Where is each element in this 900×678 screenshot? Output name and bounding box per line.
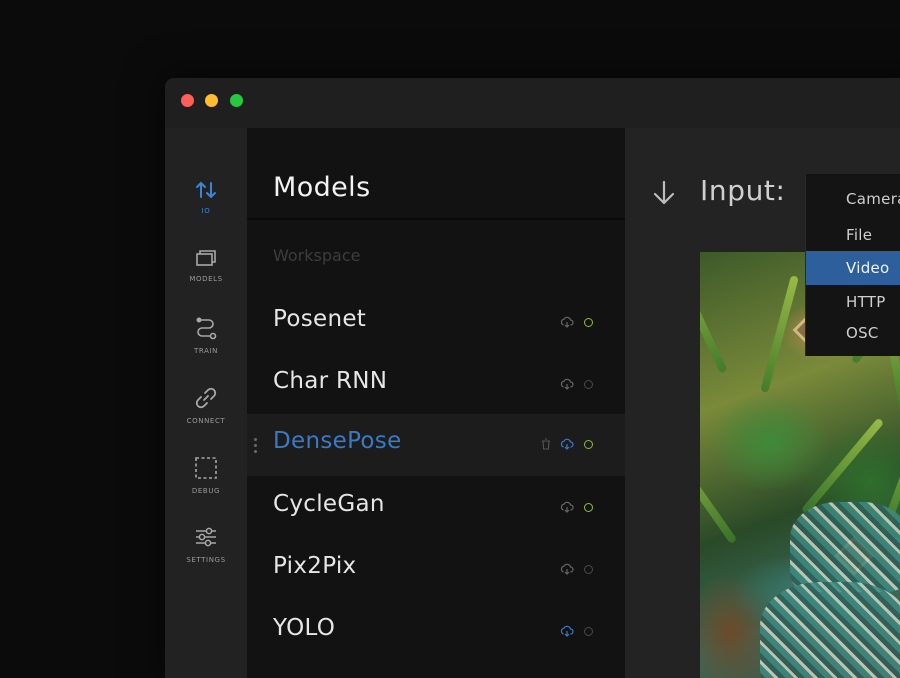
model-item-densepose[interactable]: DensePose bbox=[247, 414, 625, 476]
trash-icon[interactable] bbox=[541, 438, 551, 450]
sidebar-item-label: DEBUG bbox=[191, 487, 221, 495]
model-item-char-rnn[interactable]: Char RNN bbox=[247, 354, 625, 416]
cloud-download-icon[interactable] bbox=[560, 438, 574, 450]
sidebar-item-models[interactable]: MODELS bbox=[165, 248, 247, 283]
app-window: IO MODELS TRAIN CONNECT DEBUG SETTINGS M… bbox=[165, 78, 900, 678]
model-name: DensePose bbox=[273, 428, 402, 454]
model-item-yolo[interactable]: YOLO bbox=[247, 601, 625, 663]
option-label: Camera bbox=[846, 190, 900, 208]
sidebar-item-io[interactable]: IO bbox=[165, 180, 247, 215]
status-indicator bbox=[584, 318, 593, 327]
workspace-section-label: Workspace bbox=[273, 246, 361, 265]
sidebar-item-label: SETTINGS bbox=[186, 556, 226, 564]
sidebar-item-label: TRAIN bbox=[194, 347, 218, 355]
input-source-dropdown[interactable]: Camera File Video HTTP OSC bbox=[805, 174, 900, 356]
status-indicator bbox=[584, 440, 593, 449]
status-indicator bbox=[584, 380, 593, 389]
dropdown-option-video[interactable]: Video bbox=[806, 251, 900, 285]
sidebar-item-train[interactable]: TRAIN bbox=[165, 316, 247, 355]
sliders-icon bbox=[196, 527, 216, 547]
model-name: YOLO bbox=[273, 615, 336, 641]
cloud-download-icon[interactable] bbox=[560, 625, 574, 637]
model-name: Pix2Pix bbox=[273, 553, 357, 579]
dropdown-option-http[interactable]: HTTP bbox=[806, 285, 900, 319]
cloud-download-icon[interactable] bbox=[560, 378, 574, 390]
arrow-down-icon bbox=[653, 180, 675, 205]
model-name: Posenet bbox=[273, 306, 367, 332]
sidebar-item-debug[interactable]: DEBUG bbox=[165, 456, 247, 495]
status-indicator bbox=[584, 627, 593, 636]
sidebar-item-connect[interactable]: CONNECT bbox=[165, 386, 247, 425]
sidebar-item-label: CONNECT bbox=[186, 417, 226, 425]
link-icon bbox=[195, 387, 217, 409]
drag-handle-icon[interactable] bbox=[254, 438, 258, 456]
model-item-posenet[interactable]: Posenet bbox=[247, 292, 625, 354]
model-name: CycleGan bbox=[273, 491, 385, 517]
stacked-windows-icon bbox=[196, 250, 216, 266]
sidebar-item-label: IO bbox=[201, 207, 211, 215]
status-indicator bbox=[584, 503, 593, 512]
option-label: HTTP bbox=[846, 293, 886, 311]
route-icon bbox=[196, 317, 217, 340]
divider bbox=[247, 218, 625, 220]
option-label: OSC bbox=[846, 324, 879, 342]
sidebar-item-settings[interactable]: SETTINGS bbox=[165, 525, 247, 564]
model-item-pix2pix[interactable]: Pix2Pix bbox=[247, 539, 625, 601]
dropdown-option-camera[interactable]: Camera bbox=[806, 182, 900, 216]
close-window-button[interactable] bbox=[181, 94, 194, 107]
cloud-download-icon[interactable] bbox=[560, 563, 574, 575]
dropdown-option-osc[interactable]: OSC bbox=[806, 316, 900, 350]
model-name: Char RNN bbox=[273, 368, 388, 394]
cloud-download-icon[interactable] bbox=[560, 501, 574, 513]
swap-arrows-icon bbox=[196, 181, 216, 199]
dashed-square-icon bbox=[195, 457, 217, 479]
models-title: Models bbox=[273, 172, 371, 203]
option-label: Video bbox=[846, 259, 890, 277]
sidebar-item-label: MODELS bbox=[189, 275, 223, 283]
cloud-download-icon[interactable] bbox=[560, 316, 574, 328]
sidebar-nav: IO MODELS TRAIN CONNECT DEBUG SETTINGS bbox=[165, 128, 247, 678]
option-label: File bbox=[846, 226, 873, 244]
minimize-window-button[interactable] bbox=[205, 94, 218, 107]
maximize-window-button[interactable] bbox=[230, 94, 243, 107]
models-panel: Models Workspace Posenet Char RNN DenseP… bbox=[247, 128, 625, 678]
model-item-cyclegan[interactable]: CycleGan bbox=[247, 477, 625, 539]
dropdown-option-file[interactable]: File bbox=[806, 218, 900, 252]
input-label: Input: bbox=[700, 174, 786, 207]
status-indicator bbox=[584, 565, 593, 574]
title-bar bbox=[165, 78, 900, 129]
